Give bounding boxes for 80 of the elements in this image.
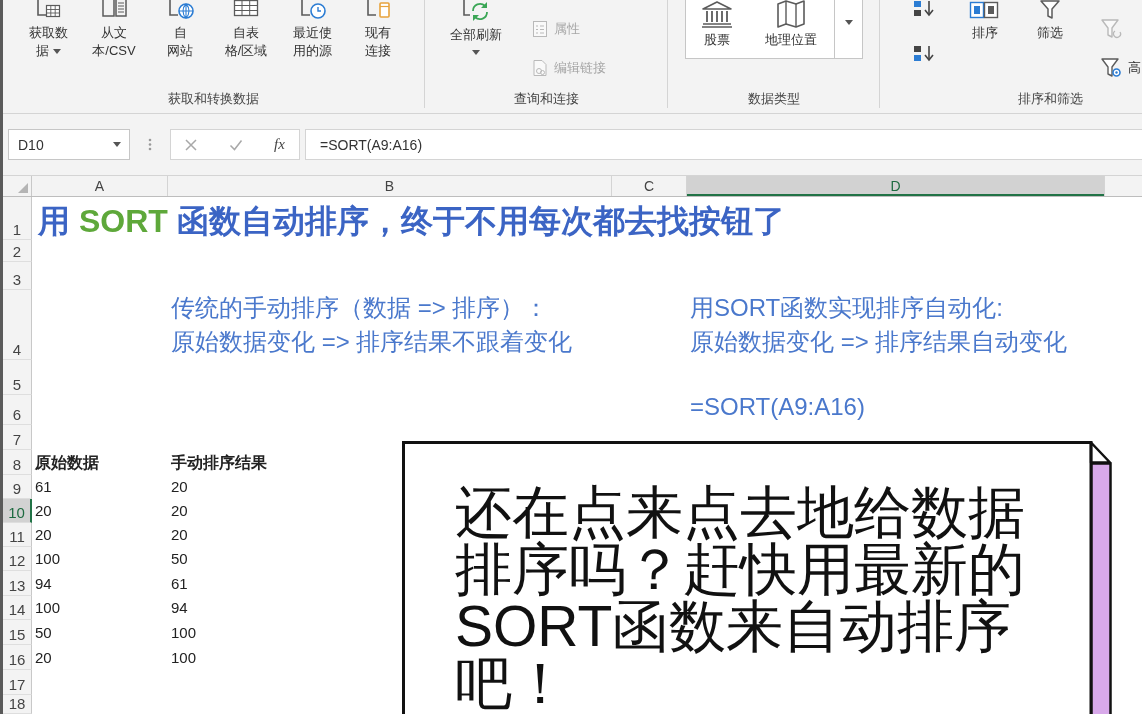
table-cell-text: 20 xyxy=(171,477,188,497)
group-label: 查询和连接 xyxy=(513,90,579,108)
column-header[interactable]: B xyxy=(168,176,612,196)
table-cell-text: 61 xyxy=(35,477,52,497)
table-cell-text: 100 xyxy=(171,623,197,643)
callout-text: 还在点来点去地给数据排序吗？赶快用最新的SORT函数来自动排序吧！ xyxy=(455,484,1026,712)
document-icon xyxy=(99,0,129,20)
vertical-dots-icon[interactable] xyxy=(148,138,152,151)
formula-field[interactable]: =SORT(A9:A16) xyxy=(305,129,1142,160)
sort-descending-icon xyxy=(912,45,936,62)
table-cell-text: 20 xyxy=(171,501,188,521)
note-text: =SORT(A9:A16) xyxy=(690,392,865,422)
ribbon-button[interactable]: 最近使 用的源 xyxy=(280,0,344,60)
table-cell-text: 100 xyxy=(35,549,61,569)
ribbon-button[interactable]: 自表 格/区域 xyxy=(214,0,278,60)
row-header[interactable]: 10 xyxy=(3,499,32,523)
note-text: 原始数据变化 => 排序结果自动变化 xyxy=(690,327,1068,357)
filter-icon xyxy=(1100,58,1122,78)
close-icon[interactable] xyxy=(184,137,198,152)
row-header[interactable]: 6 xyxy=(3,395,32,425)
document-icon xyxy=(532,59,548,77)
row-header[interactable]: 11 xyxy=(3,523,32,547)
ribbon-button[interactable]: 从文 本/CSV xyxy=(82,0,146,60)
table-cell-text: 20 xyxy=(171,525,188,545)
row-header[interactable]: 2 xyxy=(3,240,32,262)
row-header[interactable]: 14 xyxy=(3,596,32,620)
row-header[interactable]: 1 xyxy=(3,197,32,240)
table-cell-text: 94 xyxy=(171,598,188,618)
ribbon-button[interactable]: 高 xyxy=(1100,58,1141,78)
group-label: 排序和筛选 xyxy=(1017,90,1083,108)
row-header[interactable]: 12 xyxy=(3,547,32,571)
sheet-title: 用 SORT 函数自动排序，终于不用每次都去找按钮了 xyxy=(38,203,785,239)
ribbon-button[interactable]: 全部刷新 xyxy=(441,0,511,55)
note-text: 用SORT函数实现排序自动化: xyxy=(690,293,1003,323)
row-header[interactable]: 9 xyxy=(3,475,32,499)
table-cell-text: 50 xyxy=(35,623,52,643)
column-header[interactable]: A xyxy=(32,176,168,196)
row-header[interactable]: 5 xyxy=(3,360,32,395)
ribbon-button[interactable]: 筛选 xyxy=(1022,0,1078,42)
table-cell-text: 100 xyxy=(35,598,61,618)
ribbon-button[interactable]: 排序 xyxy=(957,0,1013,42)
group-label: 数据类型 xyxy=(747,90,800,108)
row-header[interactable]: 18 xyxy=(3,695,32,714)
check-icon[interactable] xyxy=(229,137,243,152)
table-cell-text: 94 xyxy=(35,574,52,594)
row-header[interactable]: 17 xyxy=(3,670,32,695)
group-label: 获取和转换数据 xyxy=(168,90,259,108)
bank-icon xyxy=(699,0,735,28)
table-cell-text: 20 xyxy=(35,648,52,668)
note-text: 原始数据变化 => 排序结果不跟着变化 xyxy=(171,327,573,357)
row-header[interactable]: 7 xyxy=(3,425,32,450)
data-type-button[interactable]: 股票 xyxy=(686,0,748,58)
table-cell-text: 50 xyxy=(171,549,188,569)
insert-function-button[interactable]: fx xyxy=(274,136,285,153)
filter-icon xyxy=(1100,19,1122,39)
ribbon-button[interactable]: 自 网站 xyxy=(148,0,212,60)
table-cell-text: 61 xyxy=(171,574,188,594)
row-header[interactable]: 8 xyxy=(3,450,32,475)
row-header[interactable]: 16 xyxy=(3,645,32,670)
table-cell-text: 20 xyxy=(35,525,52,545)
table-cell-text: 20 xyxy=(35,501,52,521)
header-cell-text: 手动排序结果 xyxy=(171,453,267,473)
column-header[interactable]: D xyxy=(687,176,1105,196)
ribbon-button[interactable]: 获取数 据 xyxy=(16,0,80,60)
data-type-button[interactable]: 地理位置 xyxy=(748,0,834,58)
name-box[interactable]: D10 xyxy=(8,129,130,160)
header-cell-text: 原始数据 xyxy=(35,453,99,473)
row-header[interactable]: 13 xyxy=(3,571,32,596)
caret-icon xyxy=(113,142,121,147)
ribbon-button[interactable] xyxy=(912,0,936,17)
note-text: 传统的手动排序（数据 => 排序）： xyxy=(171,293,549,323)
list-icon xyxy=(532,20,548,38)
sort-ascending-icon xyxy=(912,0,936,17)
ribbon-button[interactable] xyxy=(912,45,936,62)
row-header[interactable]: 3 xyxy=(3,262,32,290)
ribbon-button[interactable]: 现有 连接 xyxy=(346,0,410,60)
row-header[interactable]: 4 xyxy=(3,290,32,360)
table-cell-text: 100 xyxy=(171,648,197,668)
row-header[interactable]: 15 xyxy=(3,620,32,645)
select-all-icon[interactable] xyxy=(18,183,28,193)
